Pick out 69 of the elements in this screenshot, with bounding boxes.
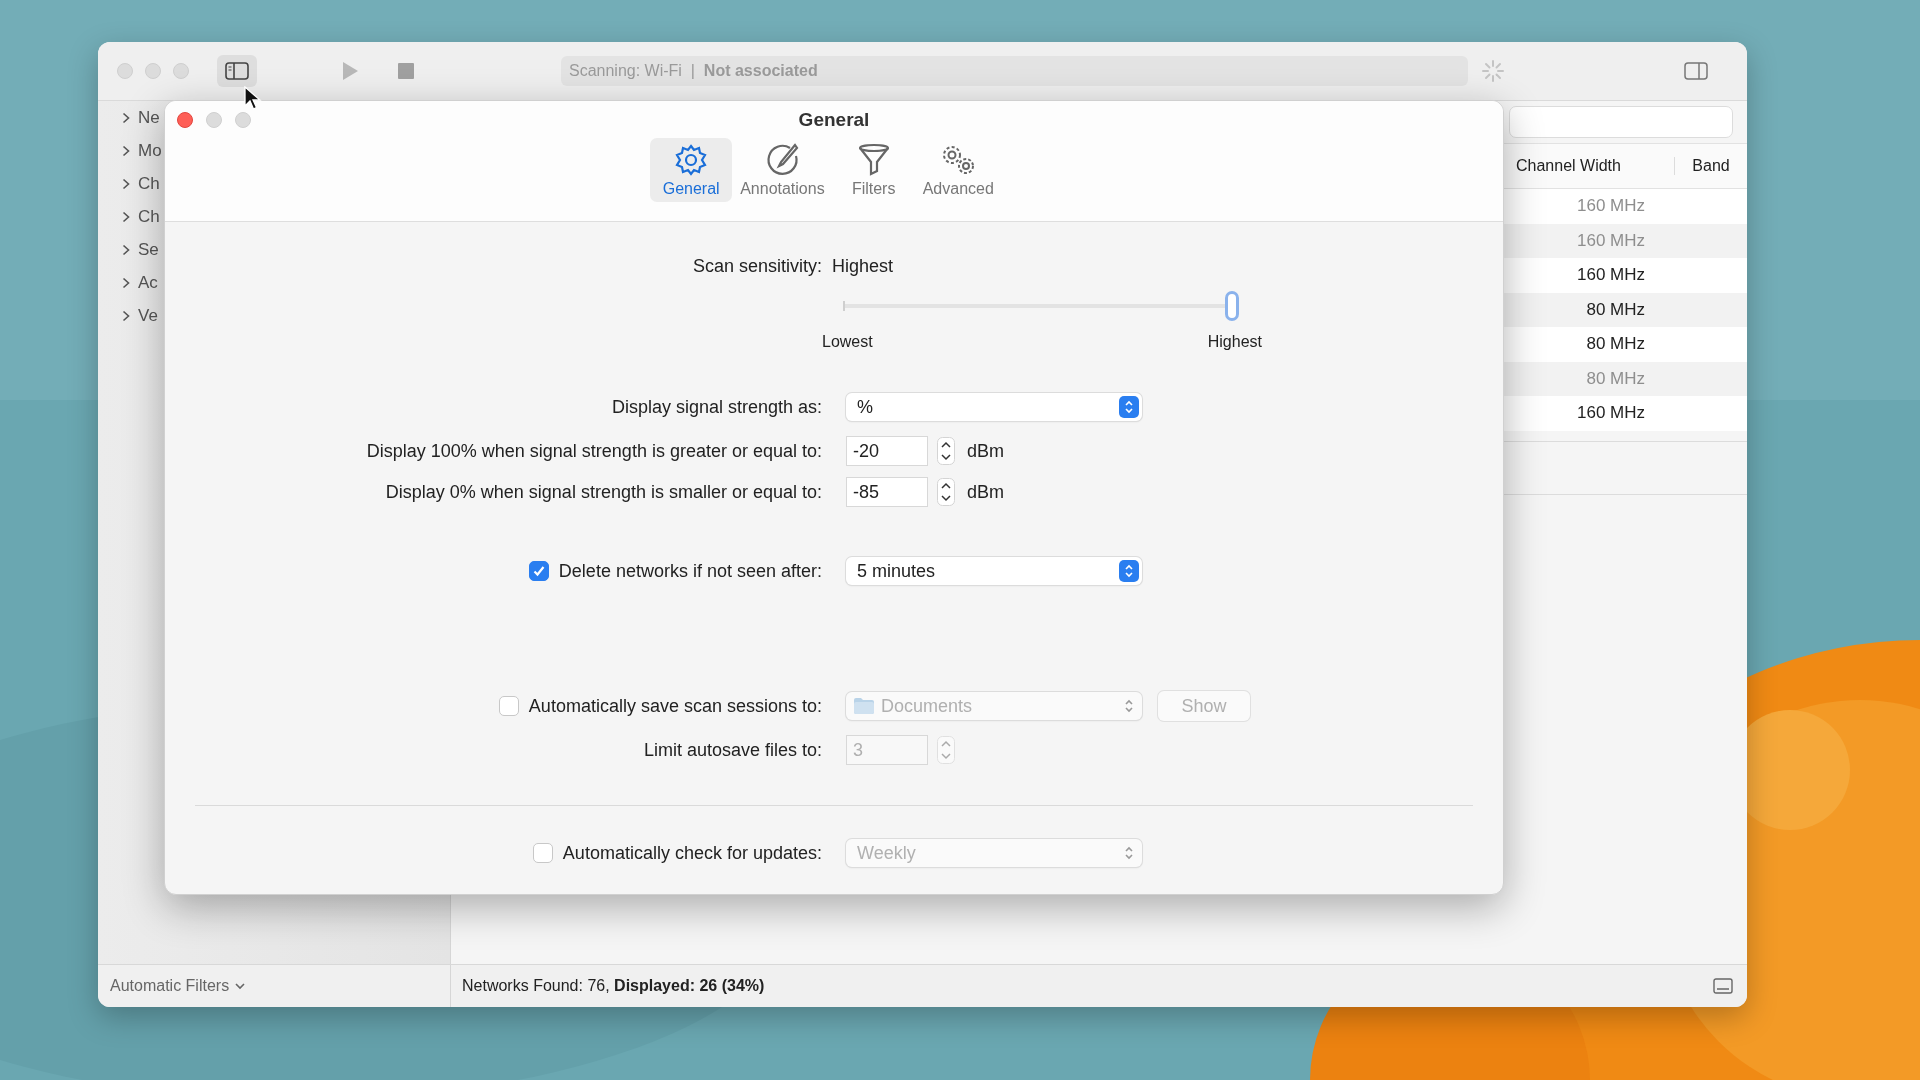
checkmark-icon	[531, 564, 546, 578]
preference-tab[interactable]: General	[650, 138, 733, 202]
sensitivity-slider[interactable]	[843, 291, 1239, 321]
chevron-icon[interactable]	[122, 111, 130, 124]
spinner-icon	[1481, 59, 1505, 83]
unit-label: dBm	[967, 481, 1004, 503]
unit-label: dBm	[967, 440, 1004, 462]
table-cell: 160 MHz	[1576, 265, 1645, 286]
panel-icon[interactable]	[1713, 978, 1733, 994]
field-label: Limit autosave files to:	[643, 739, 822, 761]
status-field: Scanning: Wi-Fi | Not associated	[561, 56, 1468, 86]
sidebar-item[interactable]: Ch	[138, 173, 160, 194]
chevron-icon[interactable]	[122, 276, 130, 289]
chevron-icon[interactable]	[122, 309, 130, 322]
stepper-icon[interactable]	[937, 478, 955, 506]
checkbox-label: Automatically check for updates:	[562, 842, 822, 864]
table-cell: 80 MHz	[1586, 334, 1645, 355]
preference-tab[interactable]: Advanced	[916, 138, 1000, 202]
checkbox-label: Automatically save scan sessions to:	[528, 695, 822, 717]
sidebar-item[interactable]: Se	[138, 239, 159, 260]
checkbox[interactable]	[532, 843, 553, 863]
status-text: Networks Found: 76, Displayed: 26 (34%)	[462, 977, 766, 995]
sidebar-item[interactable]: Ve	[138, 305, 158, 326]
table-cell: 80 MHz	[1586, 368, 1645, 389]
sidebar-item[interactable]: Ne	[138, 107, 160, 128]
stop-icon[interactable]	[397, 62, 415, 80]
table-cell: 160 MHz	[1576, 196, 1645, 217]
sidebar-item[interactable]: Ch	[138, 206, 160, 227]
number-field[interactable]: -85	[846, 477, 928, 507]
gear-icon	[673, 142, 710, 178]
window-title: General	[798, 109, 870, 131]
number-field[interactable]: -20	[846, 436, 928, 466]
popup-arrows-icon	[1119, 560, 1139, 582]
folder-icon	[853, 697, 875, 715]
chevron-icon[interactable]	[122, 210, 130, 223]
min-label: Lowest	[822, 333, 873, 351]
checkbox[interactable]	[528, 561, 549, 581]
chevron-icon[interactable]	[122, 243, 130, 256]
column-header[interactable]: Band	[1675, 157, 1747, 175]
table-cell: 160 MHz	[1576, 403, 1645, 424]
inspector-toggle-icon[interactable]	[1684, 61, 1708, 81]
stepper-icon[interactable]	[937, 437, 955, 465]
close-button[interactable]	[177, 112, 193, 128]
max-label: Highest	[1207, 333, 1262, 351]
search-field[interactable]	[1509, 106, 1733, 138]
chevron-down-icon	[235, 982, 246, 990]
slider-thumb[interactable]	[1225, 291, 1239, 321]
sidebar-item[interactable]: Ac	[138, 272, 158, 293]
popup-arrows-icon	[1119, 396, 1139, 418]
pencil-circle-icon	[764, 142, 801, 178]
field-label: Display signal strength as:	[611, 396, 822, 418]
filter-menu[interactable]: Automatic Filters	[110, 977, 246, 995]
checkbox[interactable]	[498, 696, 519, 716]
sensitivity-value: Highest	[832, 255, 894, 277]
preference-tab[interactable]: Annotations	[734, 138, 831, 202]
chevron-icon[interactable]	[122, 177, 130, 190]
interval-popup[interactable]: 5 minutes	[846, 557, 1142, 585]
sidebar-toggle-icon[interactable]	[217, 55, 257, 87]
column-header[interactable]: Channel Width	[1508, 157, 1675, 175]
table-cell: 80 MHz	[1586, 299, 1645, 320]
chevron-icon[interactable]	[122, 144, 130, 157]
field-label: Display 100% when signal strength is greater or equal to:	[366, 440, 822, 462]
field-label: Display 0% when signal strength is smaller or equal to:	[385, 481, 822, 503]
preference-tab[interactable]: Filters	[832, 138, 915, 202]
signal-unit-popup[interactable]: %	[846, 393, 1142, 421]
checkbox-label: Delete networks if not seen after:	[558, 560, 822, 582]
table-cell: 160 MHz	[1576, 230, 1645, 251]
field-label: Scan sensitivity:	[692, 255, 822, 277]
sidebar-item[interactable]: Mo	[138, 140, 162, 161]
